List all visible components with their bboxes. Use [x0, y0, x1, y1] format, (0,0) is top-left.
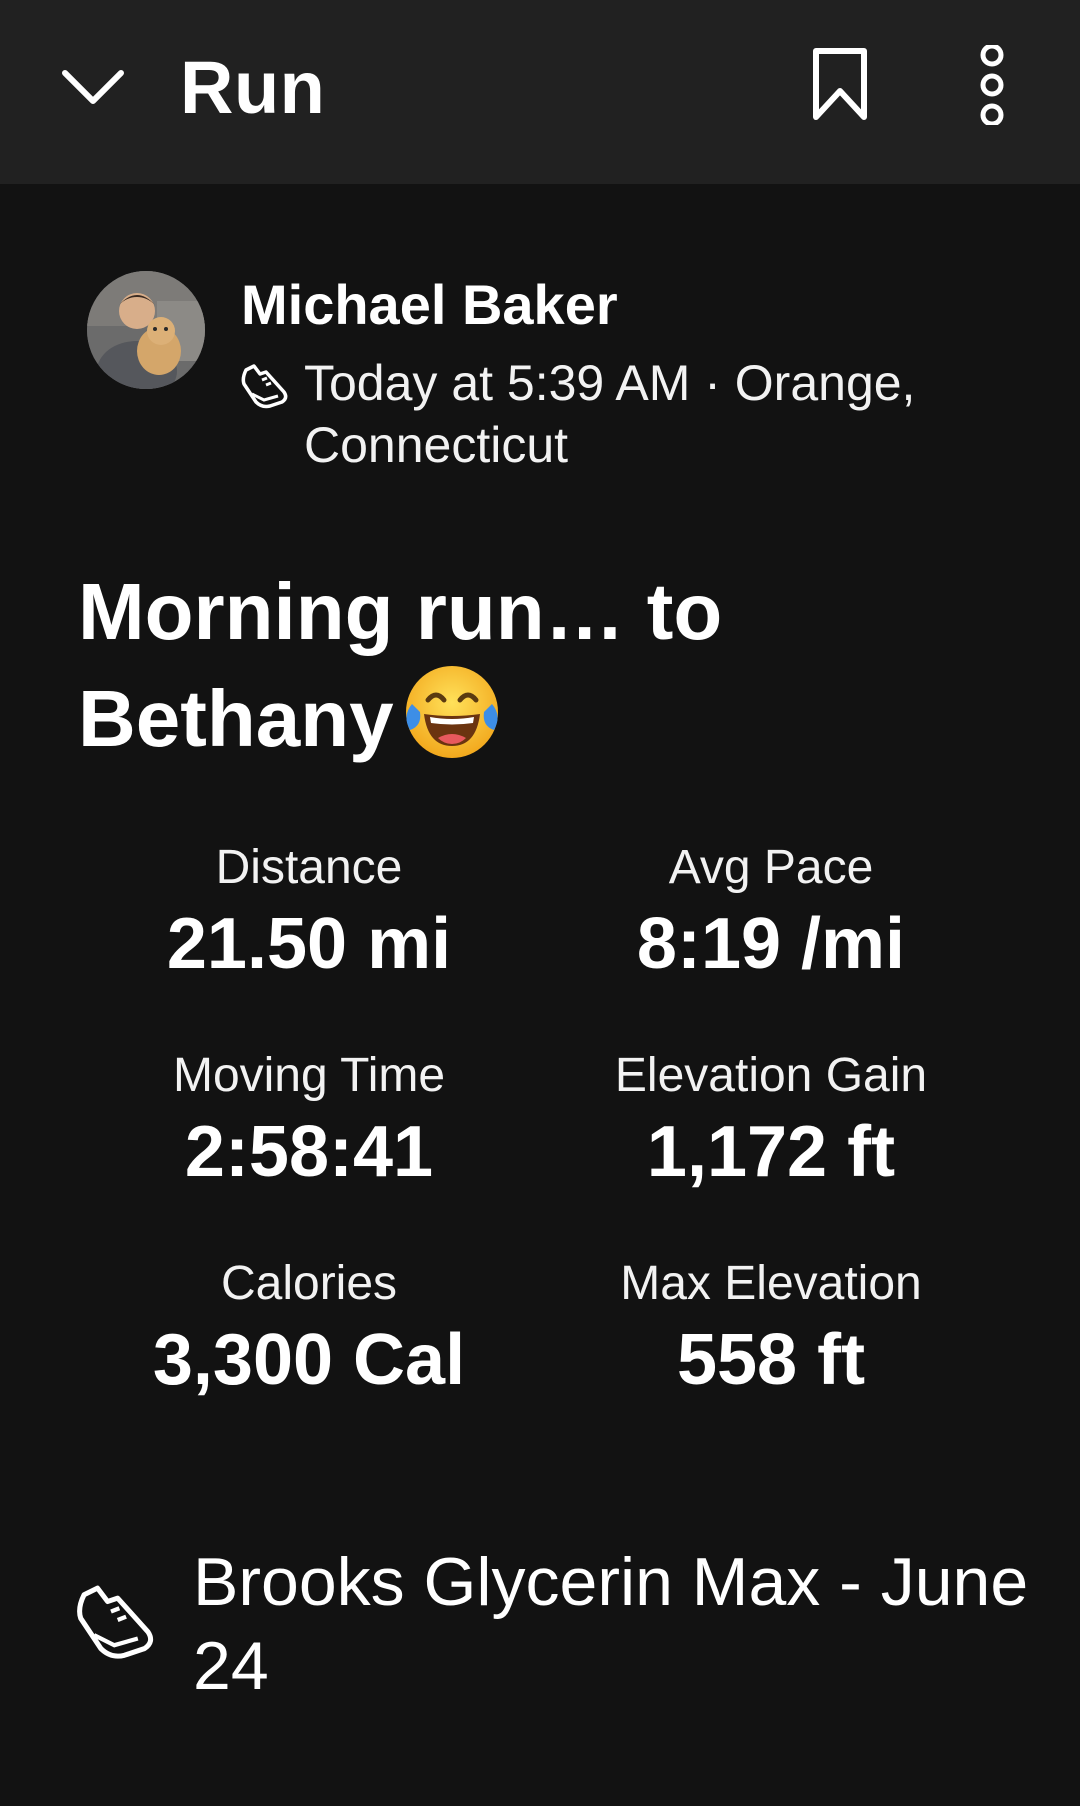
stat-value: 8:19 /mi — [636, 904, 906, 984]
stat-moving-time: Moving Time 2:58:41 — [79, 1046, 539, 1196]
gear-name: Brooks Glycerin Max - June 24 — [193, 1544, 1029, 1704]
avatar[interactable] — [87, 271, 205, 389]
stat-value: 3,300 Cal — [152, 1320, 466, 1400]
stat-value: 1,172 ft — [646, 1112, 896, 1192]
vertical-ellipsis-icon — [980, 45, 1004, 125]
stat-distance: Distance 21.50 mi — [79, 838, 539, 988]
stat-label: Moving Time — [172, 1049, 446, 1102]
running-shoe-icon — [241, 364, 288, 409]
stat-value: 21.50 mi — [166, 904, 452, 984]
top-app-bar: Run — [0, 0, 1080, 184]
page-title: Run — [180, 46, 326, 129]
stat-label: Calories — [220, 1257, 398, 1310]
gear-row[interactable]: Brooks Glycerin Max - June 24 — [0, 1540, 1080, 1710]
stat-label: Max Elevation — [620, 1257, 922, 1310]
activity-date-location: Today at 5:39 AM · Orange, — [304, 355, 916, 411]
stat-calories: Calories 3,300 Cal — [79, 1254, 539, 1404]
activity-location-cont: Connecticut — [304, 417, 569, 473]
bookmark-button[interactable] — [800, 40, 880, 130]
tears-of-joy-emoji-icon — [405, 666, 498, 758]
running-shoe-icon — [77, 1585, 154, 1659]
stat-value: 2:58:41 — [184, 1112, 434, 1192]
athlete-name[interactable]: Michael Baker — [241, 270, 618, 340]
stat-label: Distance — [215, 841, 403, 894]
stat-elevation-gain: Elevation Gain 1,172 ft — [541, 1046, 1001, 1196]
activity-title: Morning run… to Bethany — [78, 564, 1038, 767]
stat-avg-pace: Avg Pace 8:19 /mi — [541, 838, 1001, 988]
chevron-down-icon — [62, 70, 124, 104]
gear-shoe-icon-wrap — [74, 1578, 158, 1662]
stat-label: Avg Pace — [668, 841, 874, 894]
stat-max-elevation: Max Elevation 558 ft — [541, 1254, 1001, 1404]
bookmark-icon — [813, 48, 867, 120]
more-options-button[interactable] — [960, 40, 1024, 130]
stat-value: 558 ft — [676, 1320, 866, 1400]
profile-photo — [87, 271, 205, 389]
collapse-button[interactable] — [52, 46, 134, 128]
stat-label: Elevation Gain — [614, 1049, 928, 1102]
